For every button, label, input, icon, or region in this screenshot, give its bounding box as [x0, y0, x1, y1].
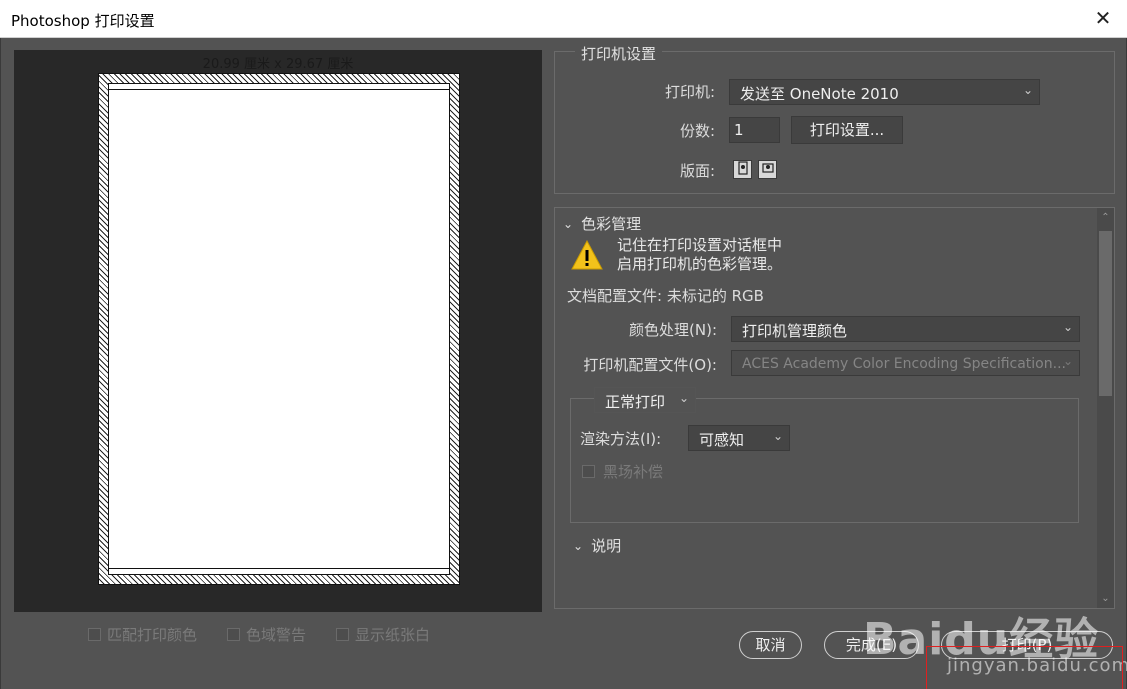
chevron-down-icon: ⌄: [772, 429, 783, 443]
warning-message: 记住在打印设置对话框中 启用打印机的色彩管理。: [617, 236, 782, 274]
settings-scroll-panel[interactable]: ⌄ 色彩管理 记住在打印设置对话框中 启用打印机的色彩管理。 文档配置文件: 未…: [554, 207, 1115, 609]
color-handling-value: 打印机管理颜色: [742, 322, 848, 340]
layout-label: 版面:: [679, 162, 715, 180]
description-label: 说明: [591, 537, 622, 555]
rendering-intent-select[interactable]: 可感知 ⌄: [688, 425, 790, 451]
chevron-down-icon: ⌄: [678, 391, 689, 405]
copies-label: 份数:: [679, 122, 715, 140]
chevron-down-icon: ⌄: [1062, 354, 1073, 368]
cancel-button[interactable]: 取消: [739, 631, 802, 659]
print-mode-value: 正常打印: [605, 393, 666, 411]
print-dialog: 20.99 厘米 x 29.67 厘米 匹配打印颜色 色域警告 显示纸张白 打印…: [0, 38, 1127, 689]
checkbox-label: 显示纸张白: [355, 626, 431, 644]
rendering-intent-value: 可感知: [699, 431, 745, 449]
warning-line-2: 启用打印机的色彩管理。: [617, 255, 783, 273]
description-header[interactable]: ⌄ 说明: [573, 535, 621, 556]
checkbox-label: 黑场补偿: [603, 463, 664, 481]
black-point-compensation-checkbox[interactable]: 黑场补偿: [582, 461, 663, 482]
print-settings-button[interactable]: 打印设置...: [791, 116, 903, 144]
checkbox-box[interactable]: [227, 628, 241, 641]
copies-input[interactable]: 1: [729, 117, 780, 143]
chevron-down-icon: ⌄: [1022, 83, 1033, 97]
chevron-down-icon: ⌄: [563, 216, 574, 231]
rendering-intent-label: 渲染方法(I):: [580, 430, 662, 448]
color-management-header[interactable]: ⌄ 色彩管理: [563, 213, 641, 234]
printer-profile-select[interactable]: ACES Academy Color Encoding Specificatio…: [731, 350, 1080, 376]
color-management-label: 色彩管理: [581, 215, 642, 233]
preview-options: 匹配打印颜色 色域警告 显示纸张白: [88, 624, 430, 645]
printable-area: [108, 83, 450, 575]
chevron-down-icon: ⌄: [1062, 320, 1073, 334]
gamut-warning-checkbox[interactable]: 色域警告: [227, 624, 306, 645]
printer-select[interactable]: 发送至 OneNote 2010 ⌄: [729, 79, 1040, 105]
printer-settings-label: 打印机设置: [575, 43, 663, 64]
checkbox-label: 匹配打印颜色: [107, 626, 198, 644]
scrollbar[interactable]: ⌃ ⌄: [1097, 208, 1114, 608]
title-bar: Photoshop 打印设置 ✕: [0, 0, 1127, 38]
print-preview: 20.99 厘米 x 29.67 厘米: [14, 50, 542, 612]
warning-icon: [571, 240, 603, 270]
print-mode-group: 正常打印 ⌄ 渲染方法(I): 可感知 ⌄ 黑场补偿: [570, 387, 1079, 523]
portrait-orientation-icon[interactable]: [733, 160, 752, 179]
close-icon[interactable]: ✕: [1093, 7, 1113, 29]
checkbox-box[interactable]: [88, 628, 101, 641]
match-print-colors-checkbox[interactable]: 匹配打印颜色: [88, 624, 197, 645]
document-profile: 文档配置文件: 未标记的 RGB: [567, 287, 764, 305]
checkbox-label: 色域警告: [246, 626, 307, 644]
highlight-box: [926, 646, 1123, 689]
checkbox-box[interactable]: [582, 465, 595, 478]
landscape-orientation-icon[interactable]: [758, 160, 777, 179]
scroll-up-icon[interactable]: ⌃: [1097, 212, 1114, 223]
chevron-down-icon: ⌄: [573, 538, 584, 553]
paper-preview: [98, 73, 460, 585]
scroll-down-icon[interactable]: ⌄: [1097, 593, 1114, 604]
show-paper-white-checkbox[interactable]: 显示纸张白: [336, 624, 430, 645]
paper-size-label: 20.99 厘米 x 29.67 厘米: [202, 57, 354, 72]
printer-profile-label: 打印机配置文件(O):: [583, 356, 717, 374]
checkbox-box[interactable]: [336, 628, 350, 641]
color-handling-label: 颜色处理(N):: [629, 321, 717, 339]
printer-value: 发送至 OneNote 2010: [740, 85, 899, 103]
printer-settings-group: 打印机设置 打印机: 发送至 OneNote 2010 ⌄ 份数: 1 打印设置…: [554, 43, 1115, 194]
color-handling-select[interactable]: 打印机管理颜色 ⌄: [731, 316, 1080, 342]
print-mode-select[interactable]: 正常打印 ⌄: [594, 387, 696, 413]
printer-profile-value: ACES Academy Color Encoding Specificatio…: [742, 356, 1066, 372]
window-title: Photoshop 打印设置: [11, 12, 155, 30]
printer-label: 打印机:: [664, 83, 715, 101]
warning-line-1: 记住在打印设置对话框中: [617, 236, 783, 254]
scroll-thumb[interactable]: [1099, 231, 1112, 396]
